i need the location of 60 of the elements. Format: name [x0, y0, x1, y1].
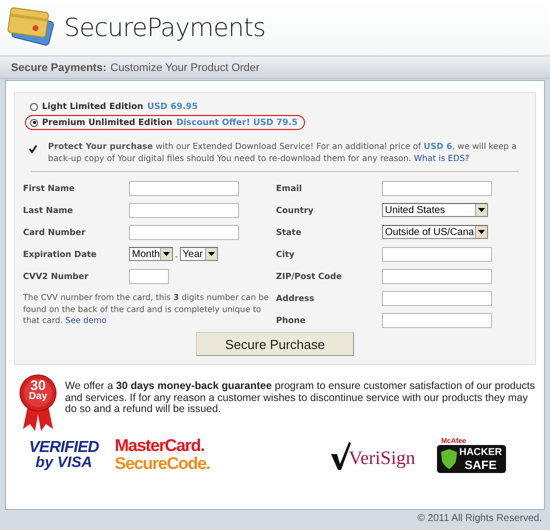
- link[interactable]: What is EDS?: [414, 153, 470, 163]
- input-field[interactable]: [129, 202, 239, 218]
- radio-button[interactable]: [30, 102, 38, 110]
- input-field[interactable]: [382, 246, 492, 262]
- dropdown[interactable]: Year: [180, 247, 218, 261]
- dropdown[interactable]: Outside of US/Cana: [382, 225, 488, 239]
- field-label: Email: [276, 183, 303, 193]
- field-label: State: [276, 227, 302, 237]
- logo-text: by VISA: [36, 455, 92, 470]
- award-badge-icon: [19, 373, 57, 431]
- checkbox[interactable]: [28, 144, 38, 154]
- badge-text: Day: [28, 391, 48, 403]
- field-label: CVV2 Number: [23, 271, 90, 281]
- credit-card-icon: [6, 6, 56, 48]
- field-label: Last Name: [23, 205, 74, 215]
- input-field[interactable]: [129, 224, 239, 240]
- field-label: Phone: [276, 315, 306, 325]
- logo-text: HACKER: [459, 446, 502, 458]
- badge-text: 30: [30, 379, 46, 391]
- input-field[interactable]: [382, 290, 492, 306]
- radio-button[interactable]: [30, 118, 38, 126]
- title-text: Customize Your Product Order: [110, 62, 260, 74]
- logo-text: VeriSign: [348, 448, 416, 470]
- logo-text: MasterCard.: [114, 437, 206, 455]
- logo-text: SAFE: [464, 458, 497, 470]
- separator: -: [175, 252, 178, 261]
- copyright-text: © 2011 All Rights Reserved.: [416, 512, 543, 524]
- edition-price: USD 69.95: [147, 102, 198, 112]
- input-field[interactable]: [382, 312, 492, 328]
- edition-price: Discount Offer! USD 79.5: [176, 118, 298, 128]
- protection-text: Protect Your purchase with our Extended Download Service! For an additional price of USD 6, we will keep a back-up copy of Your digital files should You need to re-download them for any reason. What is EDS?: [48, 140, 518, 164]
- caret-icon: [160, 248, 172, 260]
- edition-name: Light Limited Edition: [42, 102, 144, 112]
- dropdown[interactable]: United States: [382, 203, 488, 217]
- field-label: Address: [276, 293, 316, 303]
- input-field[interactable]: [382, 180, 492, 196]
- logo-text: VERIFIED: [29, 440, 99, 455]
- input-field[interactable]: [129, 180, 239, 196]
- checkmark-icon: [330, 440, 351, 470]
- edition-name: Premium Unlimited Edition: [42, 118, 172, 128]
- caret-icon: [204, 248, 217, 260]
- input-field[interactable]: [129, 268, 169, 284]
- shield-icon: [441, 448, 458, 468]
- field-label: City: [276, 249, 296, 259]
- title-label: Secure Payments:: [11, 62, 106, 74]
- help-text: The CVV number from the card, this 3 digits number can be found on the back of the card and is completely unique to that card. See demo: [23, 292, 269, 326]
- guarantee-text: We offer a 30 days money-back guarantee program to ensure customer satisfaction of our products and services. If for any reason a customer wishes to discontinue service with our products they may do so and a refund will be issued.: [65, 381, 536, 416]
- dropdown[interactable]: Month: [129, 247, 173, 261]
- field-label: ZIP/Post Code: [276, 271, 343, 281]
- link[interactable]: See demo: [65, 315, 106, 325]
- site-title: SecurePayments: [64, 13, 266, 42]
- field-label: Expiration Date: [23, 249, 98, 259]
- logo-text: SecureCode.: [114, 455, 210, 473]
- field-label: Card Number: [23, 227, 86, 237]
- caret-icon: [475, 204, 487, 216]
- caret-icon: [475, 226, 487, 238]
- field-label: First Name: [23, 183, 76, 193]
- field-label: Country: [276, 205, 314, 215]
- input-field[interactable]: [382, 268, 492, 284]
- purchase-button[interactable]: Secure Purchase: [196, 332, 354, 356]
